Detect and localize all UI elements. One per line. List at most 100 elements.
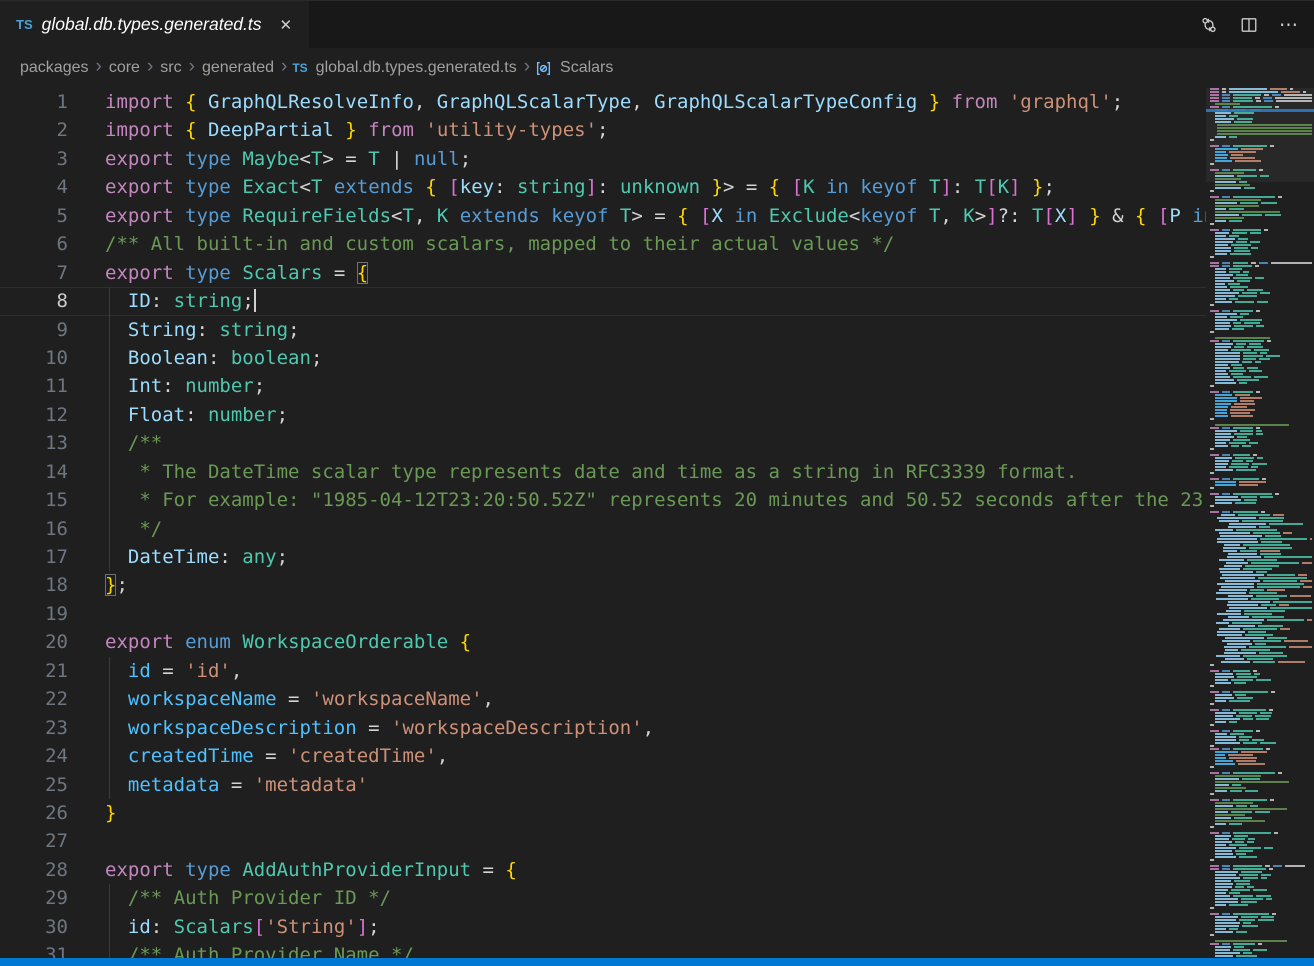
breadcrumb-item-file[interactable]: global.db.types.generated.ts	[314, 59, 519, 77]
code-line[interactable]: 30 id: Scalars['String'];	[0, 913, 1206, 941]
code-line[interactable]: 7export type Scalars = {	[0, 259, 1206, 287]
code-line[interactable]: 23 workspaceDescription = 'workspaceDesc…	[0, 714, 1206, 742]
code-line[interactable]: 15 * For example: "1985-04-12T23:20:50.5…	[0, 486, 1206, 514]
vscode-window: TS global.db.types.generated.ts ✕	[0, 0, 1314, 966]
line-number[interactable]: 1	[0, 88, 68, 116]
line-number[interactable]: 6	[0, 230, 68, 258]
line-number[interactable]: 29	[0, 884, 68, 912]
code-line[interactable]: 26}	[0, 799, 1206, 827]
status-bar[interactable]	[0, 958, 1314, 966]
line-number[interactable]: 24	[0, 742, 68, 770]
chevron-right-icon: ›	[147, 56, 153, 78]
code-line[interactable]: 10 Boolean: boolean;	[0, 344, 1206, 372]
line-number[interactable]: 9	[0, 316, 68, 344]
indent-guide	[109, 742, 110, 770]
line-number[interactable]: 11	[0, 372, 68, 400]
line-number[interactable]: 28	[0, 856, 68, 884]
breadcrumb-item-scalars[interactable]: Scalars	[558, 59, 615, 77]
indent-guide	[109, 543, 110, 571]
code-line[interactable]: 6/** All built-in and custom scalars, ma…	[0, 230, 1206, 258]
line-number[interactable]: 21	[0, 657, 68, 685]
indent-guide	[109, 714, 110, 742]
code-line[interactable]: 4export type Exact<T extends { [key: str…	[0, 173, 1206, 201]
line-number[interactable]: 8	[0, 287, 68, 315]
code-editor[interactable]: 1import { GraphQLResolveInfo, GraphQLSca…	[0, 88, 1206, 958]
breadcrumb: packages › core › src › generated › TS g…	[0, 48, 1314, 88]
code-line[interactable]: 14 * The DateTime scalar type represents…	[0, 458, 1206, 486]
code-line[interactable]: 24 createdTime = 'createdTime',	[0, 742, 1206, 770]
line-number[interactable]: 5	[0, 202, 68, 230]
indent-guide	[109, 401, 110, 429]
code-line[interactable]: 13 /**	[0, 429, 1206, 457]
line-number[interactable]: 18	[0, 571, 68, 599]
code-line[interactable]: 16 */	[0, 515, 1206, 543]
indent-guide	[109, 287, 110, 315]
code-line[interactable]: 31 /** Auth Provider Name */	[0, 941, 1206, 958]
code-line[interactable]: 28export type AddAuthProviderInput = {	[0, 856, 1206, 884]
tab-close-button[interactable]: ✕	[277, 14, 296, 36]
line-number[interactable]: 30	[0, 913, 68, 941]
line-number[interactable]: 2	[0, 116, 68, 144]
code-line[interactable]: 18};	[0, 571, 1206, 599]
tab-bar: TS global.db.types.generated.ts ✕	[0, 0, 1314, 48]
line-number[interactable]: 3	[0, 145, 68, 173]
code-line[interactable]: 22 workspaceName = 'workspaceName',	[0, 685, 1206, 713]
more-actions-icon[interactable]: ⋯	[1274, 10, 1304, 40]
line-number[interactable]: 12	[0, 401, 68, 429]
line-number[interactable]: 27	[0, 827, 68, 855]
open-changes-icon[interactable]	[1194, 10, 1224, 40]
code-line[interactable]: 8 ID: string;	[0, 287, 1206, 315]
indent-guide	[109, 458, 110, 486]
indent-guide	[109, 913, 110, 941]
code-line[interactable]: 21 id = 'id',	[0, 657, 1206, 685]
line-number[interactable]: 22	[0, 685, 68, 713]
breadcrumb-item-core[interactable]: core	[107, 59, 142, 77]
split-editor-icon[interactable]	[1234, 10, 1264, 40]
code-line[interactable]: 12 Float: number;	[0, 401, 1206, 429]
minimap[interactable]	[1206, 88, 1314, 958]
code-line[interactable]: 5export type RequireFields<T, K extends …	[0, 202, 1206, 230]
code-line[interactable]: 9 String: string;	[0, 316, 1206, 344]
tab-title: global.db.types.generated.ts	[42, 14, 262, 35]
breadcrumb-item-generated[interactable]: generated	[200, 59, 276, 77]
text-cursor	[254, 289, 256, 312]
code-line[interactable]: 3export type Maybe<T> = T | null;	[0, 145, 1206, 173]
code-line[interactable]: 20export enum WorkspaceOrderable {	[0, 628, 1206, 656]
code-line[interactable]: 29 /** Auth Provider ID */	[0, 884, 1206, 912]
line-number[interactable]: 31	[0, 941, 68, 958]
ts-file-icon: TS	[16, 17, 33, 32]
line-number[interactable]: 4	[0, 173, 68, 201]
indent-guide	[109, 486, 110, 514]
code-line[interactable]: 2import { DeepPartial } from 'utility-ty…	[0, 116, 1206, 144]
indent-guide	[109, 884, 110, 912]
code-line[interactable]: 19	[0, 600, 1206, 628]
line-number[interactable]: 13	[0, 429, 68, 457]
line-number[interactable]: 10	[0, 344, 68, 372]
line-number[interactable]: 25	[0, 771, 68, 799]
indent-guide	[109, 372, 110, 400]
symbol-type-icon	[535, 60, 552, 77]
code-line[interactable]: 17 DateTime: any;	[0, 543, 1206, 571]
line-number[interactable]: 17	[0, 543, 68, 571]
editor-tab[interactable]: TS global.db.types.generated.ts ✕	[0, 1, 309, 48]
breadcrumb-item-packages[interactable]: packages	[18, 59, 91, 77]
code-line[interactable]: 25 metadata = 'metadata'	[0, 771, 1206, 799]
indent-guide	[109, 515, 110, 543]
code-line[interactable]: 11 Int: number;	[0, 372, 1206, 400]
indent-guide	[109, 316, 110, 344]
chevron-right-icon: ›	[189, 56, 195, 78]
line-number[interactable]: 15	[0, 486, 68, 514]
breadcrumb-item-src[interactable]: src	[158, 59, 183, 77]
line-number[interactable]: 23	[0, 714, 68, 742]
line-number[interactable]: 19	[0, 600, 68, 628]
line-number[interactable]: 16	[0, 515, 68, 543]
line-number[interactable]: 26	[0, 799, 68, 827]
ts-file-icon: TS	[292, 61, 307, 75]
indent-guide	[109, 429, 110, 457]
line-number[interactable]: 14	[0, 458, 68, 486]
code-line[interactable]: 1import { GraphQLResolveInfo, GraphQLSca…	[0, 88, 1206, 116]
code-line[interactable]: 27	[0, 827, 1206, 855]
line-number[interactable]: 20	[0, 628, 68, 656]
minimap-current-line	[1206, 109, 1314, 112]
line-number[interactable]: 7	[0, 259, 68, 287]
